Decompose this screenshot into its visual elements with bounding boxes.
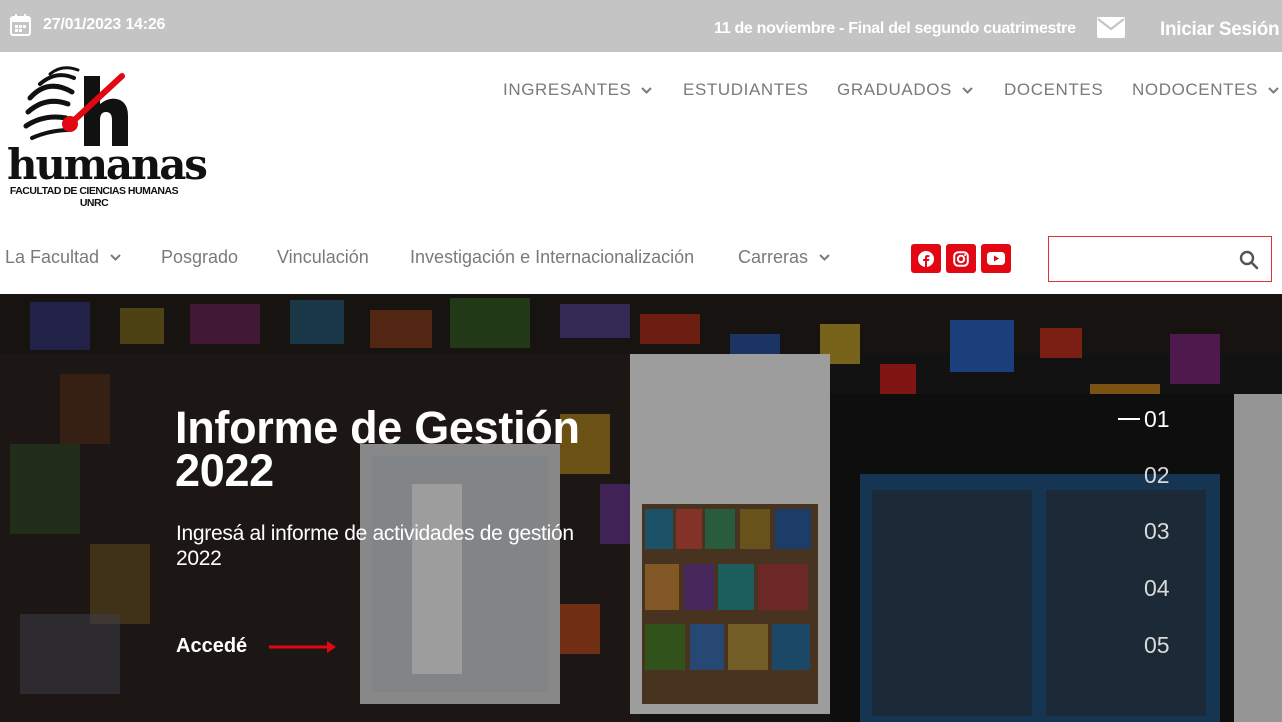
nav-item-nodocentes[interactable]: NODOCENTES	[1132, 80, 1279, 100]
hero-slider: Informe de Gestión 2022 Ingresá al infor…	[0, 294, 1282, 722]
slide-dash	[1118, 474, 1140, 476]
nav-item-label: Investigación e Internacionalización	[410, 247, 695, 267]
hero-subtitle: Ingresá al informe de actividades de ges…	[176, 522, 574, 570]
nav-item-label: Carreras	[738, 247, 809, 267]
date-display: 27/01/2023 14:26	[10, 14, 165, 36]
calendar-icon	[10, 14, 31, 36]
nav-item-label: ESTUDIANTES	[683, 80, 809, 99]
date-text: 27/01/2023 14:26	[43, 16, 166, 33]
secondary-nav: La Facultad Posgrado Vinculación Investi…	[0, 247, 900, 271]
nav-item-vinculacion[interactable]: Vinculación	[277, 247, 369, 268]
nav-item-label: DOCENTES	[1004, 80, 1104, 99]
slide-indicator-03[interactable]: 03	[1110, 516, 1190, 546]
instagram-icon	[953, 250, 969, 267]
nav-item-label: Vinculación	[277, 247, 369, 267]
youtube-icon	[987, 252, 1005, 265]
slide-indicator-01[interactable]: 01	[1110, 404, 1190, 434]
facebook-button[interactable]	[911, 244, 941, 273]
top-info-bar: 27/01/2023 14:26 11 de noviembre - Final…	[0, 0, 1282, 52]
logo-subtitle: FACULTAD DE CIENCIAS HUMANAS UNRC	[8, 185, 180, 209]
hero-title: Informe de Gestión 2022	[175, 402, 580, 496]
nav-item-carreras[interactable]: Carreras	[738, 247, 830, 268]
nav-item-graduados[interactable]: GRADUADOS	[837, 80, 973, 100]
chevron-down-icon	[1268, 86, 1279, 94]
chevron-down-icon	[962, 86, 973, 94]
chevron-down-icon	[819, 254, 830, 261]
chevron-down-icon	[110, 254, 121, 261]
slide-indicator-05[interactable]: 05	[1110, 630, 1190, 660]
nav-item-investigacion[interactable]: Investigación e Internacionalización	[410, 247, 694, 268]
active-slide-dash	[1118, 418, 1140, 420]
logo-subtitle-line1: FACULTAD DE CIENCIAS HUMANAS	[9, 185, 179, 197]
nav-item-la-facultad[interactable]: La Facultad	[5, 247, 121, 268]
nav-item-label: GRADUADOS	[837, 80, 952, 99]
notice-text[interactable]: 11 de noviembre - Final del segundo cuat…	[714, 20, 1076, 38]
slide-number: 03	[1144, 517, 1170, 544]
logo-wordmark: humanas	[7, 140, 208, 189]
slide-number: 04	[1144, 574, 1170, 601]
logo-subtitle-line2: UNRC	[79, 197, 109, 210]
slide-dash	[1118, 530, 1140, 532]
primary-nav: INGRESANTES ESTUDIANTES GRADUADOS DOCENT…	[0, 80, 1282, 104]
slide-dash	[1118, 587, 1140, 589]
nav-item-docentes[interactable]: DOCENTES	[1004, 80, 1103, 100]
slide-number: 05	[1144, 631, 1170, 658]
instagram-button[interactable]	[946, 244, 976, 273]
slide-number: 02	[1144, 461, 1170, 488]
nav-item-label: INGRESANTES	[503, 80, 632, 99]
nav-item-ingresantes[interactable]: INGRESANTES	[503, 80, 653, 100]
arrow-right-icon	[269, 640, 337, 653]
slide-number: 01	[1144, 405, 1170, 432]
search-icon[interactable]	[1239, 250, 1259, 270]
hero-cta-label: Accedé	[176, 635, 248, 657]
hero-cta-link[interactable]: Accedé	[176, 635, 339, 658]
youtube-button[interactable]	[981, 244, 1011, 273]
nav-item-estudiantes[interactable]: ESTUDIANTES	[683, 80, 809, 100]
slide-dash	[1118, 644, 1140, 646]
facebook-icon	[918, 250, 934, 267]
nav-item-label: Posgrado	[161, 247, 239, 267]
slide-indicator-02[interactable]: 02	[1110, 460, 1190, 490]
search-box	[1048, 236, 1272, 282]
search-input[interactable]	[1057, 245, 1227, 273]
login-link[interactable]: Iniciar Sesión	[1160, 19, 1280, 41]
nav-item-posgrado[interactable]: Posgrado	[161, 247, 238, 268]
envelope-icon[interactable]	[1097, 17, 1125, 38]
nav-item-label: NODOCENTES	[1132, 80, 1258, 99]
nav-item-label: La Facultad	[5, 247, 100, 267]
slide-indicator-04[interactable]: 04	[1110, 573, 1190, 603]
chevron-down-icon	[641, 86, 653, 94]
